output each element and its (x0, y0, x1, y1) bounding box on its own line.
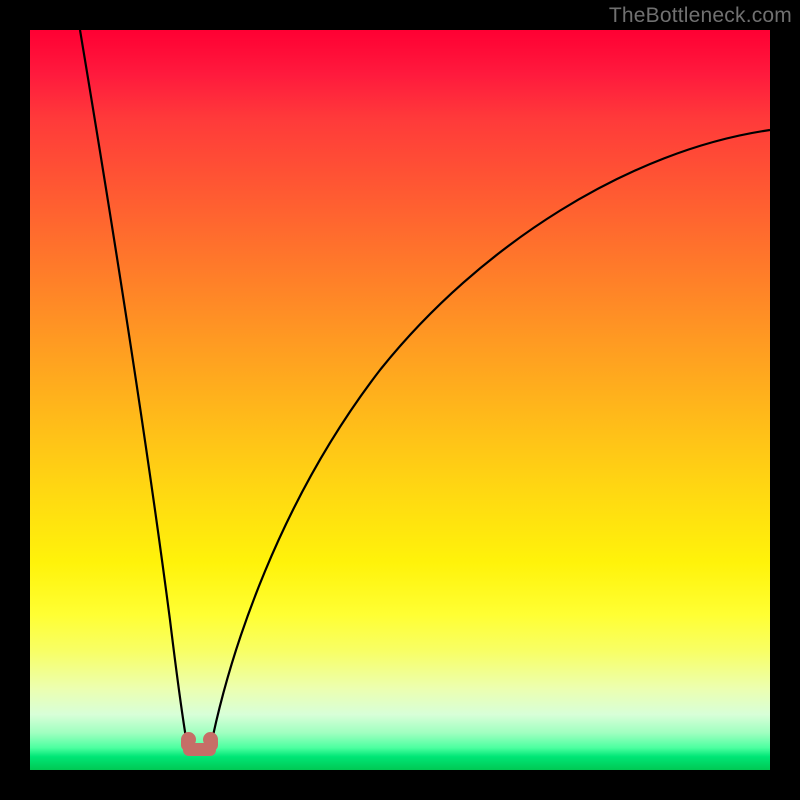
min-marker-left-stem (181, 736, 194, 751)
curves-svg (30, 30, 770, 770)
chart-frame: TheBottleneck.com (0, 0, 800, 800)
curve-right-branch (210, 130, 770, 750)
curve-left-branch (80, 30, 188, 750)
plot-area (30, 30, 770, 770)
min-marker-right-stem (205, 736, 218, 751)
watermark-text: TheBottleneck.com (609, 4, 792, 28)
